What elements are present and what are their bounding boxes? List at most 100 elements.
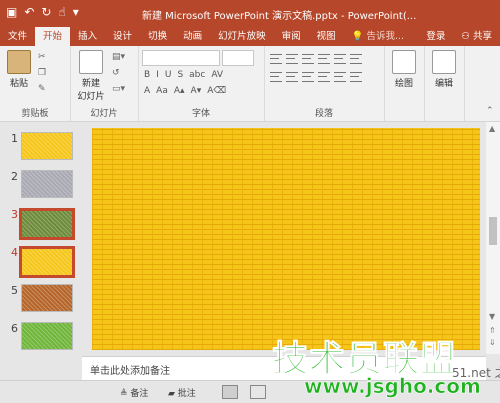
new-slide-button[interactable]: 新建 幻灯片 [74, 50, 108, 102]
paste-button[interactable]: 粘贴 [6, 50, 32, 89]
bold-icon[interactable]: B [144, 70, 150, 80]
undo-icon[interactable]: ↶ [24, 5, 34, 19]
save-icon[interactable]: ▣ [6, 5, 17, 19]
thumbnail-image [21, 322, 73, 350]
redo-icon[interactable]: ↻ [41, 5, 51, 19]
current-slide[interactable] [92, 128, 480, 350]
slide-sorter-button[interactable] [250, 385, 266, 399]
scroll-up-icon[interactable]: ▲ [489, 124, 495, 133]
share-button[interactable]: ⚇ 共享 [453, 27, 500, 46]
window-title: 新建 Microsoft PowerPoint 演示文稿.pptx - Powe… [142, 11, 417, 22]
font-color-icon[interactable]: A [144, 86, 150, 96]
justify-icon[interactable] [318, 72, 330, 82]
thumbnail-image [19, 208, 75, 240]
comments-toggle[interactable]: ▰ 批注 [168, 386, 196, 399]
slide-thumbnail-2[interactable]: 2 [6, 170, 76, 206]
slide-thumbnail-1[interactable]: 1 [6, 132, 76, 168]
case-icon[interactable]: Aa [156, 86, 168, 96]
vertical-scrollbar[interactable]: ▲ ▼ ⇑ ⇓ [486, 122, 500, 354]
italic-icon[interactable]: I [156, 70, 159, 80]
ribbon-tabs: 文件 开始 插入 设计 切换 动画 幻灯片放映 审阅 视图 💡 告诉我... 登… [0, 27, 500, 46]
increase-indent-icon[interactable] [318, 54, 330, 64]
drawing-button[interactable]: 绘图 [390, 50, 418, 89]
grow-font-icon[interactable]: A▴ [174, 86, 185, 96]
tab-transitions[interactable]: 切换 [140, 27, 175, 46]
shapes-icon [392, 50, 416, 74]
collapse-ribbon-icon[interactable]: ⌃ [486, 106, 494, 116]
thumbnail-image [21, 284, 73, 312]
format-painter-icon[interactable]: ✎ [38, 84, 46, 94]
editing-button[interactable]: 编辑 [430, 50, 458, 89]
group-label-slides: 幻灯片 [90, 109, 118, 119]
normal-view-button[interactable] [222, 385, 238, 399]
clear-format-icon[interactable]: A⌫ [207, 86, 226, 96]
copy-icon[interactable]: ❐ [38, 68, 46, 78]
align-left-icon[interactable] [270, 72, 282, 82]
prev-slide-icon[interactable]: ⇑ [489, 326, 496, 335]
ribbon: 粘贴 ✂ ❐ ✎ 剪贴板 新建 幻灯片 ▤▾ ↺ ▭▾ 幻灯片 B I U S … [0, 46, 500, 122]
watermark-small: 51.net 之家 [452, 366, 500, 380]
thumbnail-image [21, 170, 73, 198]
reset-icon[interactable]: ↺ [112, 68, 120, 78]
new-slide-icon [79, 50, 103, 74]
distribute-icon[interactable] [334, 72, 346, 82]
font-size-dropdown[interactable] [222, 50, 254, 66]
group-label-paragraph: 段落 [314, 109, 333, 119]
cut-icon[interactable]: ✂ [38, 52, 46, 62]
bullets-icon[interactable] [270, 54, 282, 64]
shadow-icon[interactable]: abc [189, 70, 205, 80]
thumbnail-image [19, 246, 75, 278]
scroll-down-icon[interactable]: ▼ [489, 312, 495, 321]
group-clipboard: 粘贴 ✂ ❐ ✎ 剪贴板 [0, 46, 71, 121]
underline-icon[interactable]: U [165, 70, 172, 80]
group-paragraph: 段落 [264, 46, 385, 121]
align-right-icon[interactable] [302, 72, 314, 82]
decrease-indent-icon[interactable] [302, 54, 314, 64]
list-buttons-row [270, 54, 362, 64]
tab-insert[interactable]: 插入 [70, 27, 105, 46]
layout-icon[interactable]: ▤▾ [112, 52, 125, 62]
font-name-dropdown[interactable] [142, 50, 220, 66]
find-icon [432, 50, 456, 74]
columns-icon[interactable] [350, 54, 362, 64]
section-icon[interactable]: ▭▾ [112, 84, 125, 94]
shrink-font-icon[interactable]: A▾ [191, 86, 202, 96]
group-label-clipboard: 剪贴板 [21, 109, 49, 119]
group-font: B I U S abc AV A Aa A▴ A▾ A⌫ 字体 [138, 46, 265, 121]
group-label-font: 字体 [191, 109, 210, 119]
notes-toggle[interactable]: ≜ 备注 [120, 386, 148, 399]
char-spacing-icon[interactable]: AV [211, 70, 223, 80]
paste-icon [7, 50, 31, 74]
line-spacing-icon[interactable] [334, 54, 346, 64]
group-editing: 编辑 [424, 46, 465, 121]
tab-view[interactable]: 视图 [309, 27, 344, 46]
signin-link[interactable]: 登录 [418, 27, 453, 46]
touch-mode-icon[interactable]: ☝ [58, 5, 65, 19]
next-slide-icon[interactable]: ⇓ [489, 338, 496, 347]
tab-file[interactable]: 文件 [0, 27, 35, 46]
slide-thumbnail-3[interactable]: 3 [6, 208, 76, 244]
numbering-icon[interactable] [286, 54, 298, 64]
comment-icon: ▰ [168, 389, 175, 399]
slide-thumbnail-5[interactable]: 5 [6, 284, 76, 320]
notes-icon: ≜ [120, 389, 128, 399]
tab-animations[interactable]: 动画 [175, 27, 210, 46]
tab-slideshow[interactable]: 幻灯片放映 [210, 27, 274, 46]
tab-design[interactable]: 设计 [105, 27, 140, 46]
slide-thumbnail-4[interactable]: 4 [6, 246, 76, 282]
text-direction-icon[interactable] [350, 72, 362, 82]
align-buttons-row [270, 72, 362, 82]
person-icon: ⚇ [461, 31, 470, 42]
tab-review[interactable]: 审阅 [274, 27, 309, 46]
tab-home[interactable]: 开始 [35, 27, 71, 46]
slide-canvas [82, 122, 484, 354]
align-center-icon[interactable] [286, 72, 298, 82]
tell-me-box[interactable]: 💡 告诉我... [344, 27, 412, 46]
lightbulb-icon: 💡 [351, 31, 364, 42]
slide-thumbnail-6[interactable]: 6 [6, 322, 76, 358]
group-slides: 新建 幻灯片 ▤▾ ↺ ▭▾ 幻灯片 [70, 46, 139, 121]
customize-icon[interactable]: ▾ [73, 5, 79, 19]
thumbnail-image [21, 132, 73, 160]
strikethrough-icon[interactable]: S [177, 70, 183, 80]
scroll-thumb[interactable] [489, 217, 497, 245]
